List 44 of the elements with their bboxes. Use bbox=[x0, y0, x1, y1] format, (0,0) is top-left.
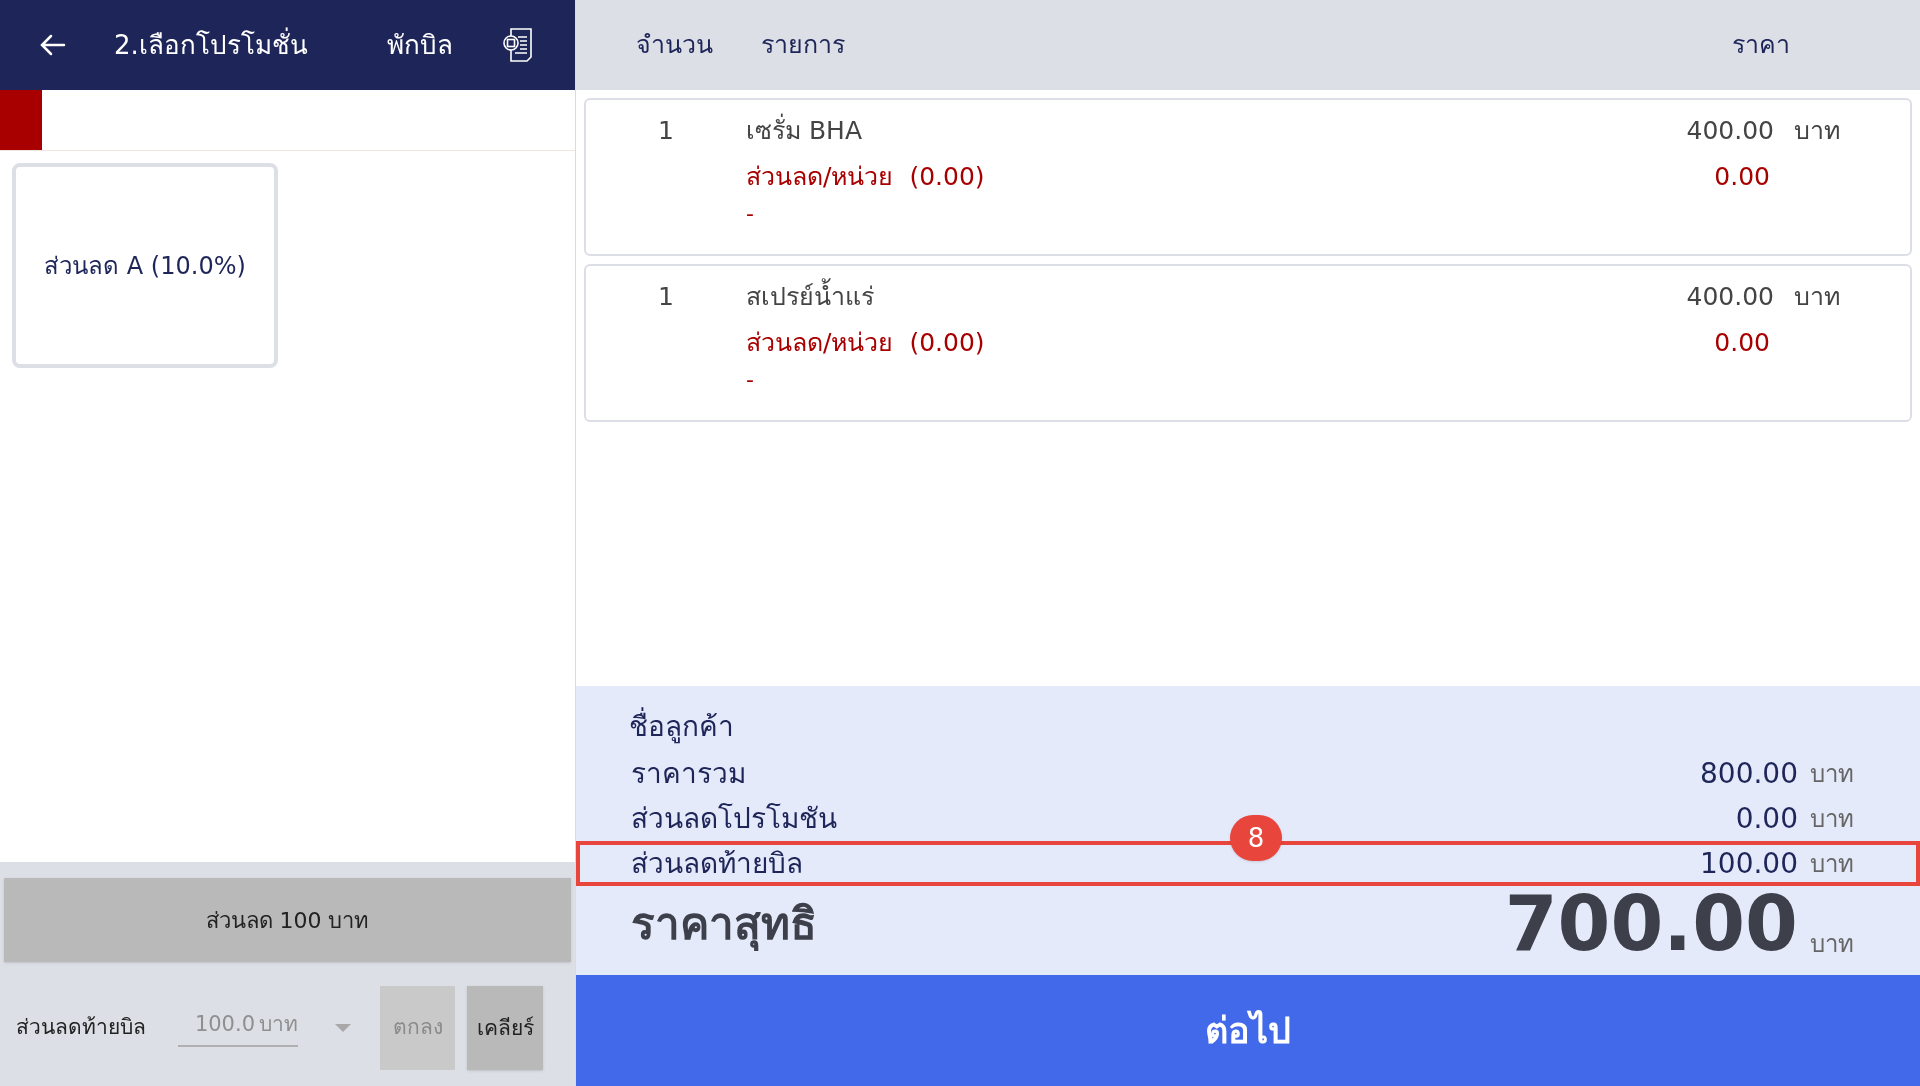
currency-unit: บาท bbox=[1794, 115, 1840, 147]
column-header: รายการ bbox=[761, 29, 846, 62]
net-total-value: 700.00 bbox=[1504, 886, 1798, 962]
currency-unit: บาท bbox=[1810, 758, 1855, 790]
discount-label: ส่วนลด/หน่วย bbox=[746, 160, 894, 193]
hold-bill-label[interactable]: พักบิล bbox=[387, 25, 453, 65]
discount-button[interactable]: ส่วนลด 100 บาท bbox=[4, 878, 571, 962]
discount-amount: 0.00 bbox=[1713, 160, 1771, 193]
discount-value: (0.00) bbox=[909, 160, 985, 193]
summary-label: ส่วนลดโปรโมชัน bbox=[631, 800, 837, 837]
currency-unit: บาท bbox=[1810, 803, 1855, 835]
summary-label: ราคารวม bbox=[631, 755, 746, 792]
column-header: ราคา bbox=[1732, 29, 1790, 62]
quantity: 1 bbox=[657, 281, 675, 313]
summary-label: ส่วนลดท้ายบิล bbox=[631, 845, 803, 882]
page-title: 2.เลือกโปรโมชั่น bbox=[114, 26, 309, 62]
currency-unit: บาท bbox=[1810, 848, 1855, 880]
back-arrow-icon[interactable] bbox=[40, 34, 66, 56]
net-total-label: ราคาสุทธิ bbox=[631, 897, 818, 953]
item-note: - bbox=[746, 203, 755, 225]
item-name: สเปรย์น้ำแร่ bbox=[746, 278, 1610, 316]
discount-label: ส่วนลด/หน่วย bbox=[746, 326, 894, 359]
order-item-card[interactable]: 1 เซรั่ม BHA ส่วนลด/หน่วย (0.00) - 400.00 บาท 0.00 bbox=[584, 98, 1912, 256]
step-badge: 8 bbox=[1230, 815, 1282, 861]
clear-button[interactable]: เคลียร์ bbox=[467, 986, 543, 1070]
summary-value: 800.00 bbox=[1700, 755, 1798, 792]
promotion-card[interactable]: ส่วนลด A (10.0%) bbox=[12, 163, 278, 368]
next-button[interactable]: ต่อไป bbox=[576, 975, 1920, 1086]
customer-label: ชื่อลูกค้า bbox=[576, 706, 1920, 751]
item-price: 400.00 bbox=[1686, 115, 1774, 147]
summary-value: 0.00 bbox=[1735, 800, 1798, 837]
item-name: เซรั่ม BHA bbox=[746, 112, 1610, 150]
discount-amount: 0.00 bbox=[1713, 326, 1771, 359]
item-note: - bbox=[746, 369, 755, 391]
summary-value: 100.00 bbox=[1700, 845, 1798, 882]
currency-unit: บาท bbox=[1810, 929, 1855, 960]
currency-unit: บาท bbox=[1794, 281, 1840, 313]
discount-value: (0.00) bbox=[909, 326, 985, 359]
bill-discount-label: ส่วนลดท้ายบิล bbox=[16, 1014, 147, 1042]
item-price: 400.00 bbox=[1686, 281, 1774, 313]
receipt-icon[interactable] bbox=[501, 27, 535, 63]
column-header: จำนวน bbox=[636, 29, 714, 62]
quantity: 1 bbox=[657, 115, 675, 147]
order-item-card[interactable]: 1 สเปรย์น้ำแร่ ส่วนลด/หน่วย (0.00) - 400.00 บาท 0.00 bbox=[584, 264, 1912, 422]
